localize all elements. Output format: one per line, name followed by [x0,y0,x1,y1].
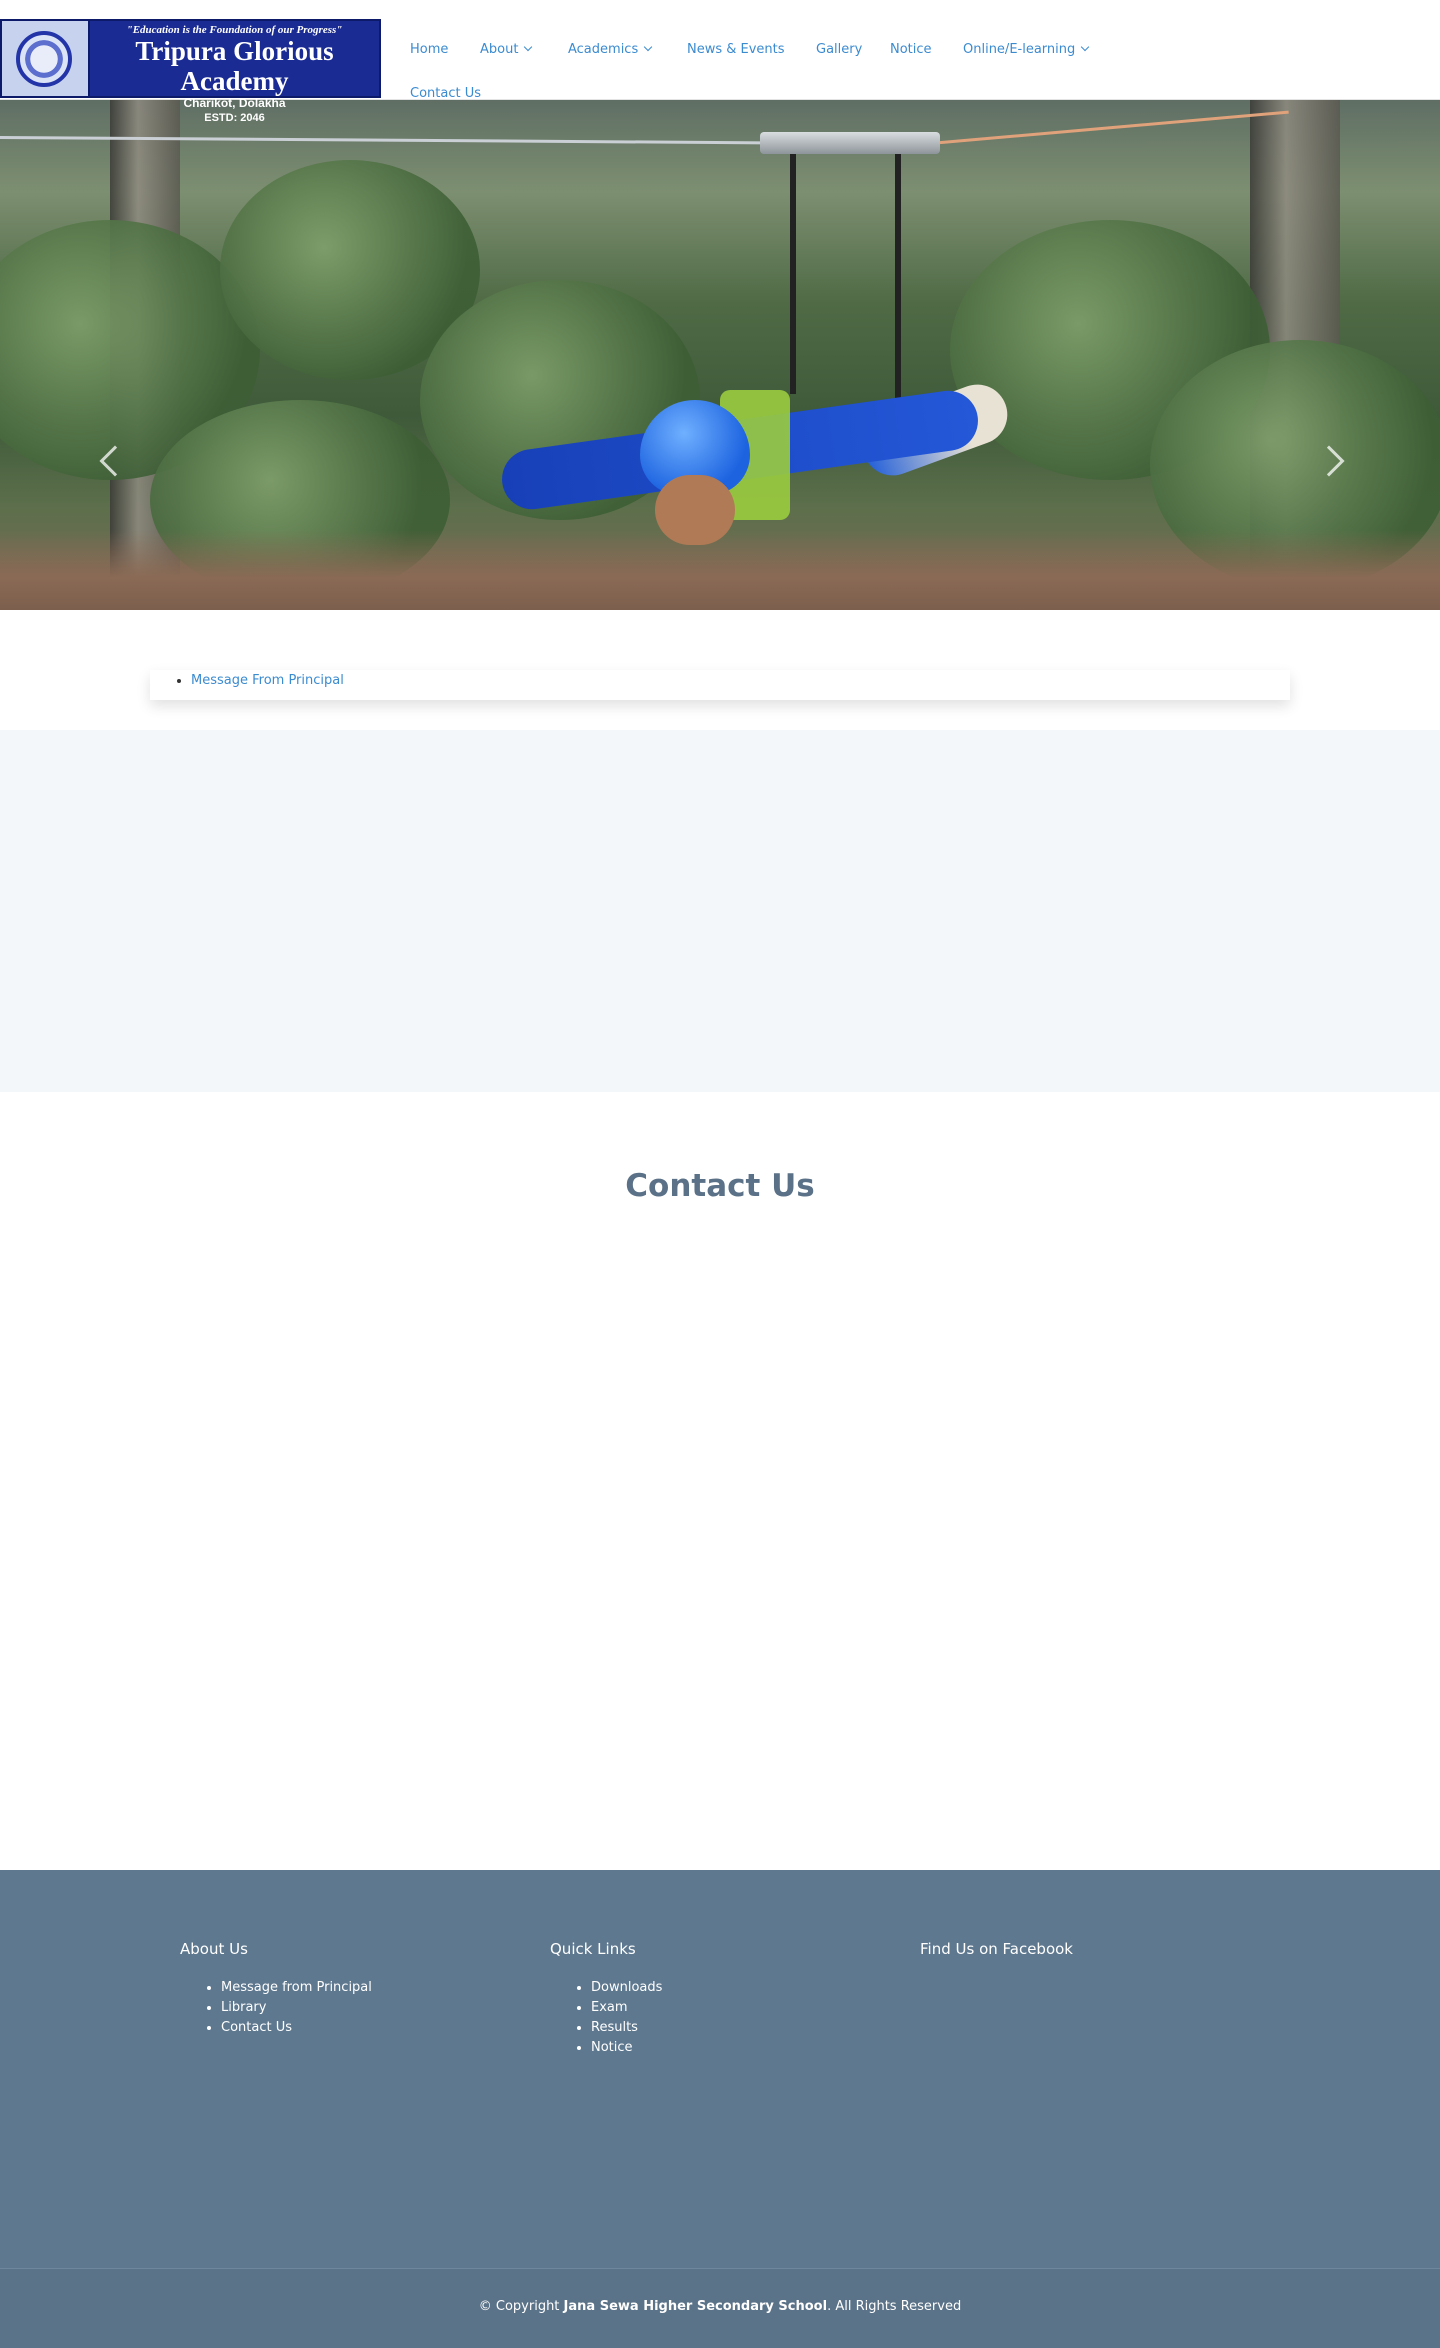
harness-strap [895,154,901,434]
footer-link-contact-us[interactable]: Contact Us [221,2018,372,2038]
logo-place: Charikot, Dolakha [183,96,286,110]
zipline-cable [929,110,1289,145]
footer-link-message-from-principal[interactable]: Message from Principal [221,1978,372,1998]
footer-link-notice[interactable]: Notice [591,2038,662,2058]
contact-section-title: Contact Us [625,1168,815,1204]
footer-quick-links-title: Quick Links [550,1940,636,1958]
chevron-down-icon [643,42,653,52]
nav-notice[interactable]: Notice [890,42,932,57]
nav-contact-us[interactable]: Contact Us [410,86,481,101]
tabs-box: Message From Principal [150,670,1290,700]
logo-text: "Education is the Foundation of our Prog… [90,21,379,124]
logo-estd: ESTD: 2046 [204,112,265,124]
chevron-down-icon [1081,42,1090,52]
copyright-bar: © Copyright Jana Sewa Higher Secondary S… [0,2268,1440,2348]
rider-face [655,475,735,545]
footer-link-library[interactable]: Library [221,1998,372,2018]
footer-link-exam[interactable]: Exam [591,1998,662,2018]
logo-school-name: Tripura Glorious Academy [135,36,334,96]
site-header: "Education is the Foundation of our Prog… [0,0,1440,124]
logo-seal [2,21,90,96]
nav-home[interactable]: Home [410,42,448,57]
footer-quick-links: Downloads Exam Results Notice [550,1978,662,2058]
chevron-down-icon [524,42,533,52]
nav-about-label: About [480,42,519,57]
nav-academics-label: Academics [568,42,639,57]
copyright-suffix: . All Rights Reserved [827,2299,962,2314]
footer-facebook-column: Find Us on Facebook [920,1940,1073,1978]
tab-message-from-principal[interactable]: Message From Principal [191,672,1290,690]
nav-academics[interactable]: Academics [568,42,653,57]
nav-news-events-label: News & Events [687,42,785,57]
nav-online-elearning-label: Online/E-learning [963,42,1076,57]
nav-gallery-label: Gallery [816,42,863,57]
footer-about-title: About Us [180,1940,248,1958]
copyright-prefix: © Copyright [478,2299,564,2314]
logo-tagline: "Education is the Foundation of our Prog… [126,24,343,36]
nav-contact-us-label: Contact Us [410,86,481,101]
school-logo[interactable]: "Education is the Foundation of our Prog… [0,19,381,124]
footer-link-downloads[interactable]: Downloads [591,1978,662,1998]
footer-about-column: About Us Message from Principal Library … [180,1940,372,2038]
nav-online-elearning[interactable]: Online/E-learning [963,42,1090,57]
globe-emblem-icon [16,31,72,87]
harness-strap [790,154,796,394]
footer-facebook-title: Find Us on Facebook [920,1940,1073,1958]
hero-slider [0,100,1440,610]
nav-about[interactable]: About [480,42,533,57]
copyright-school-name: Jana Sewa Higher Secondary School [563,2299,828,2314]
footer-about-links: Message from Principal Library Contact U… [180,1978,372,2038]
nav-gallery[interactable]: Gallery [816,42,862,57]
hero-ground [0,530,1440,610]
content-band [0,730,1440,1092]
tabs-list: Message From Principal [150,670,1290,690]
footer-quick-links-column: Quick Links Downloads Exam Results Notic… [550,1940,662,2058]
nav-home-label: Home [410,42,449,57]
nav-notice-label: Notice [890,42,932,57]
zipline-trolley [760,132,940,154]
site-footer: About Us Message from Principal Library … [0,1870,1440,2268]
nav-news-events[interactable]: News & Events [687,42,785,57]
footer-link-results[interactable]: Results [591,2018,662,2038]
